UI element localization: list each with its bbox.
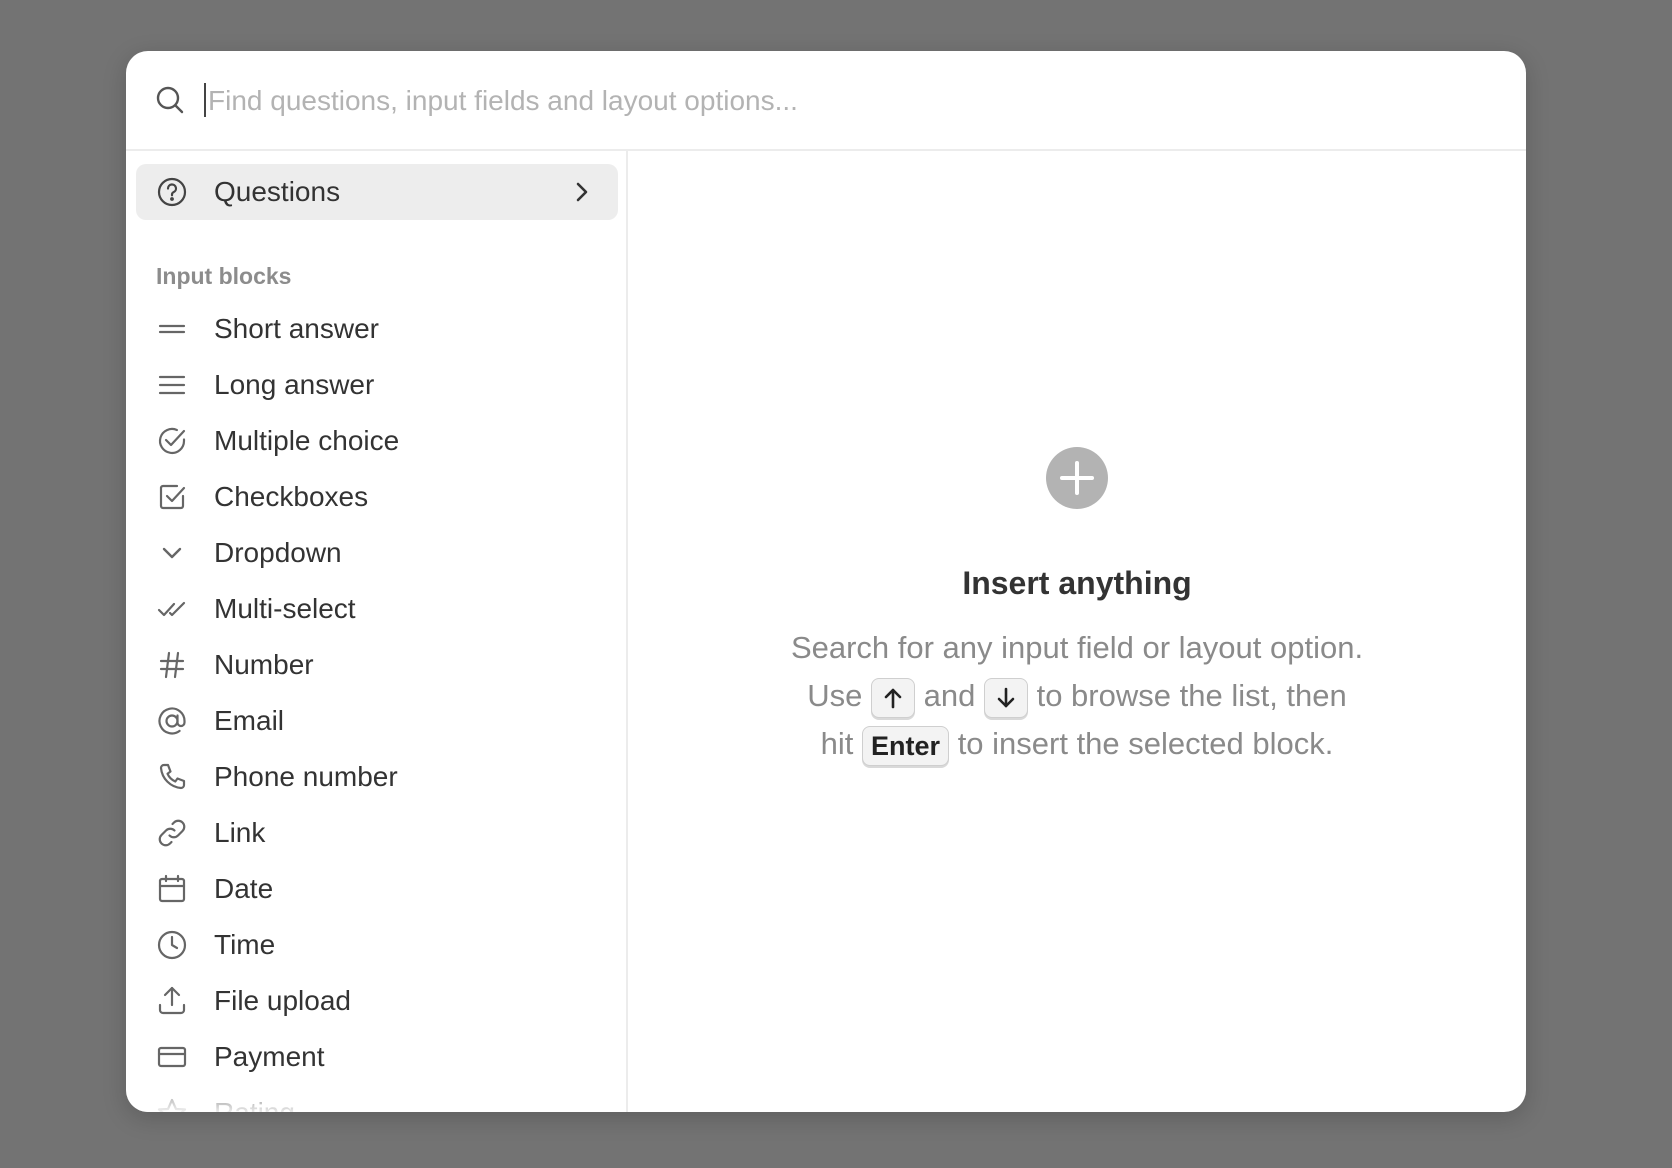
short-answer-icon: [158, 324, 186, 334]
sidebar-item-rating[interactable]: Rating: [136, 1085, 618, 1112]
at-icon: [158, 707, 186, 735]
credit-card-icon: [157, 1046, 187, 1068]
description-text: to insert the selected block.: [957, 726, 1334, 761]
plus-circle-icon: [1046, 447, 1108, 509]
chevron-right-icon: [576, 182, 588, 202]
hash-icon: [159, 651, 185, 679]
check-circle-icon: [158, 427, 186, 455]
sidebar-item-email[interactable]: Email: [136, 693, 618, 749]
sidebar-item-short-answer[interactable]: Short answer: [136, 301, 618, 357]
block-label: Number: [214, 649, 314, 680]
sidebar-item-checkboxes[interactable]: Checkboxes: [136, 469, 618, 525]
search-icon: [156, 86, 184, 114]
chevron-down-icon: [162, 547, 182, 559]
long-answer-icon: [158, 375, 186, 395]
block-label: Dropdown: [214, 537, 342, 568]
sidebar-item-multi-select[interactable]: Multi-select: [136, 581, 618, 637]
sidebar-item-dropdown[interactable]: Dropdown: [136, 525, 618, 581]
block-label: Long answer: [214, 369, 375, 400]
search-bar: [126, 51, 1526, 151]
sidebar-item-phone-number[interactable]: Phone number: [136, 749, 618, 805]
checkbox-icon: [159, 484, 186, 510]
sidebar-item-number[interactable]: Number: [136, 637, 618, 693]
star-icon: [157, 1098, 187, 1112]
block-label: Date: [214, 873, 274, 904]
block-label: Email: [214, 705, 285, 736]
input-block-list: Short answer Long answer Multiple choice: [136, 301, 618, 1112]
sidebar-item-link[interactable]: Link: [136, 805, 618, 861]
arrow-down-key: [983, 677, 1028, 718]
clock-icon: [157, 930, 187, 960]
upload-icon: [158, 986, 186, 1015]
search-input[interactable]: [202, 75, 1408, 127]
link-icon: [158, 819, 186, 847]
block-label: Payment: [214, 1041, 325, 1072]
enter-key: Enter: [862, 725, 950, 766]
sidebar-item-multiple-choice[interactable]: Multiple choice: [136, 413, 618, 469]
empty-state-description: Search for any input field or layout opt…: [787, 624, 1367, 768]
block-label: Short answer: [214, 313, 379, 344]
empty-state: Insert anything Search for any input fie…: [628, 447, 1526, 768]
arrow-up-key: [870, 677, 915, 718]
arrow-down-icon: [997, 688, 1015, 708]
sidebar-item-file-upload[interactable]: File upload: [136, 973, 618, 1029]
description-text: and: [923, 678, 976, 713]
preview-panel: Insert anything Search for any input fie…: [628, 151, 1526, 1112]
block-label: Multi-select: [214, 593, 356, 624]
sidebar-item-long-answer[interactable]: Long answer: [136, 357, 618, 413]
sidebar-item-payment[interactable]: Payment: [136, 1029, 618, 1085]
sidebar-item-time[interactable]: Time: [136, 917, 618, 973]
block-label: Time: [214, 929, 276, 960]
empty-state-title: Insert anything: [962, 565, 1192, 601]
sidebar-item-questions[interactable]: Questions: [136, 164, 618, 220]
calendar-icon: [158, 874, 186, 903]
double-check-icon: [157, 601, 186, 617]
block-label: Link: [214, 817, 266, 848]
block-label: Checkboxes: [214, 481, 369, 512]
block-label: Multiple choice: [214, 425, 400, 456]
sidebar-item-date[interactable]: Date: [136, 861, 618, 917]
text-caret: [204, 83, 206, 117]
sidebar-item-label: Questions: [214, 176, 341, 207]
block-label: Rating: [214, 1097, 295, 1112]
arrow-up-icon: [884, 689, 902, 709]
phone-icon: [159, 763, 186, 790]
block-label: Phone number: [214, 761, 398, 792]
block-sidebar: Questions Input blocks Short answer Long…: [126, 151, 628, 1112]
section-heading: Input blocks: [156, 263, 292, 289]
block-label: File upload: [214, 985, 351, 1016]
question-circle-icon: [157, 177, 187, 207]
insert-block-dialog: Questions Input blocks Short answer: [126, 51, 1526, 1112]
